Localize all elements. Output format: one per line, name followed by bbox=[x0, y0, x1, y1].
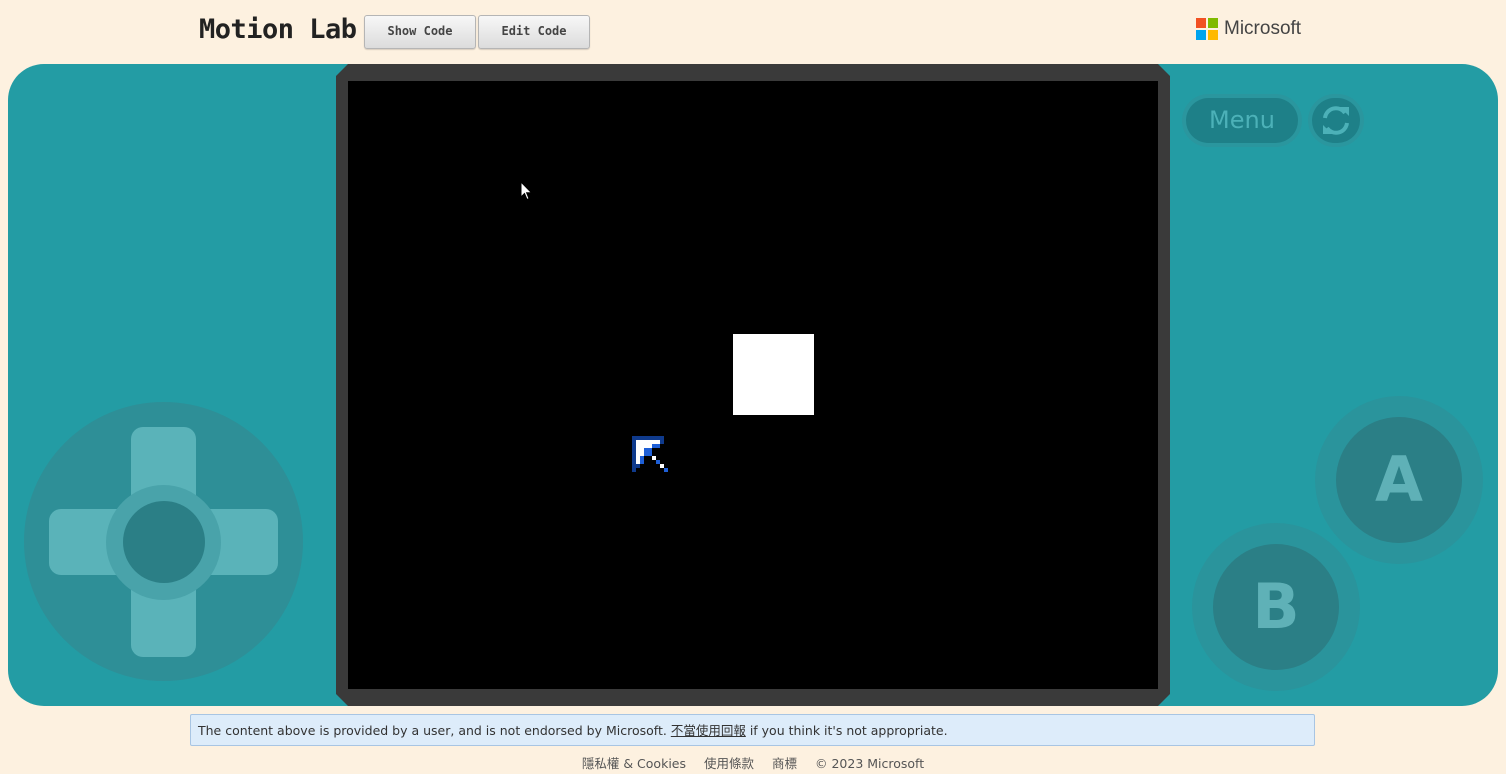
footer-link-privacy[interactable]: 隱私權 & Cookies bbox=[582, 756, 686, 771]
show-code-button[interactable]: Show Code bbox=[364, 15, 476, 49]
white-square-sprite bbox=[733, 334, 814, 415]
edit-code-button[interactable]: Edit Code bbox=[478, 15, 590, 49]
microsoft-logo-icon bbox=[1196, 18, 1218, 40]
refresh-icon bbox=[1323, 106, 1349, 135]
mouse-cursor-icon bbox=[520, 181, 533, 201]
user-content-notice: The content above is provided by a user,… bbox=[190, 714, 1315, 746]
report-abuse-link[interactable]: 不當使用回報 bbox=[671, 723, 746, 738]
restart-button[interactable] bbox=[1312, 98, 1360, 143]
top-bar: Motion Lab Show Code Edit Code Microsoft bbox=[0, 0, 1506, 64]
menu-button[interactable]: Menu bbox=[1186, 98, 1298, 143]
a-button[interactable]: A bbox=[1336, 417, 1462, 543]
notice-text: The content above is provided by a user,… bbox=[198, 723, 667, 738]
footer-copyright: © 2023 Microsoft bbox=[814, 756, 925, 771]
b-button[interactable]: B bbox=[1213, 544, 1339, 670]
app-title: Motion Lab bbox=[199, 14, 357, 45]
footer-link-terms[interactable]: 使用條款 bbox=[704, 756, 754, 771]
dpad-center bbox=[123, 501, 205, 583]
footer: 隱私權 & Cookies 使用條款 商標 © 2023 Microsoft bbox=[0, 753, 1506, 773]
pointer-sprite-icon bbox=[632, 436, 668, 472]
microsoft-brand-name: Microsoft bbox=[1224, 18, 1302, 39]
footer-link-trademarks[interactable]: 商標 bbox=[772, 756, 797, 771]
notice-text-end: if you think it's not appropriate. bbox=[749, 723, 948, 738]
game-screen[interactable] bbox=[348, 81, 1158, 689]
microsoft-logo[interactable]: Microsoft bbox=[1196, 18, 1301, 40]
